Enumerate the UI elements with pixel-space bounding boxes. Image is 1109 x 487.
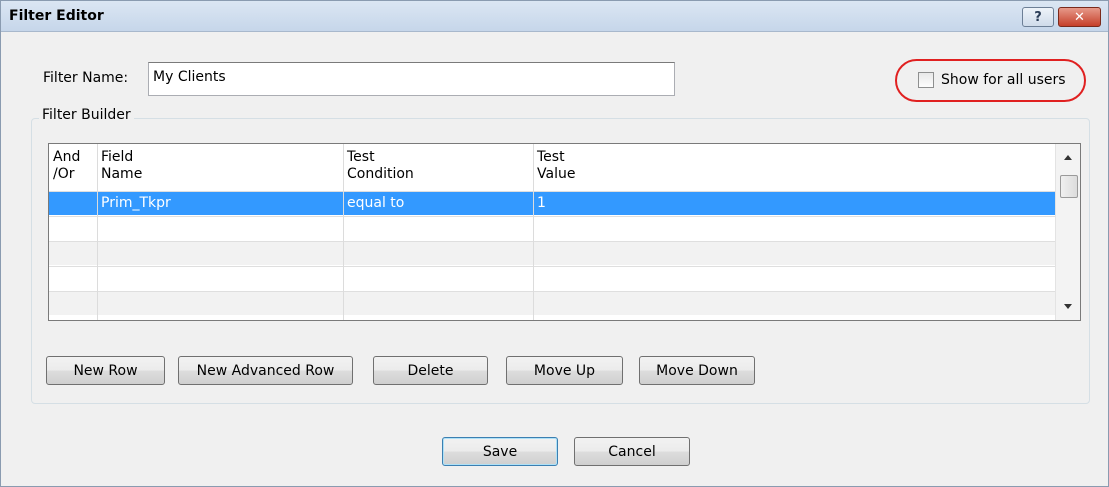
cell-field-name[interactable] xyxy=(97,242,105,266)
scroll-thumb[interactable] xyxy=(1060,175,1078,198)
cell-test-value[interactable] xyxy=(533,217,541,241)
show-all-users-option[interactable]: Show for all users xyxy=(918,70,1066,90)
cell-test-condition[interactable] xyxy=(343,242,351,266)
new-advanced-row-button[interactable]: New Advanced Row xyxy=(178,356,353,385)
cell-field-name[interactable] xyxy=(97,267,105,291)
help-button[interactable]: ? xyxy=(1022,7,1054,27)
table-row[interactable] xyxy=(49,241,1055,265)
cell-test-value[interactable]: 1 xyxy=(533,192,550,216)
filter-editor-window: Filter Editor ? ✕ Filter Name: My Client… xyxy=(0,0,1109,487)
header-and-or-line1: And xyxy=(53,149,81,165)
filter-name-label: Filter Name: xyxy=(43,70,129,86)
title-bar[interactable]: Filter Editor ? ✕ xyxy=(1,1,1108,32)
header-and-or[interactable]: And /Or xyxy=(49,144,97,191)
cell-and-or[interactable] xyxy=(49,242,57,266)
header-test-condition[interactable]: Test Condition xyxy=(343,144,533,191)
close-icon: ✕ xyxy=(1074,9,1085,25)
table-row[interactable] xyxy=(49,216,1055,240)
cell-test-condition[interactable] xyxy=(343,217,351,241)
header-field-name-line1: Field xyxy=(101,149,134,165)
filter-name-input[interactable]: My Clients xyxy=(148,62,675,96)
cell-and-or[interactable] xyxy=(49,292,57,316)
column-divider xyxy=(533,144,534,320)
grid-body: And /Or Field Name Test Condition Test V… xyxy=(49,144,1055,320)
scroll-up-icon[interactable] xyxy=(1064,155,1072,160)
show-all-users-label[interactable]: Show for all users xyxy=(941,72,1066,88)
cell-and-or[interactable] xyxy=(49,267,57,291)
header-test-condition-line1: Test xyxy=(347,149,375,165)
cell-field-name[interactable]: Prim_Tkpr xyxy=(97,192,175,216)
column-divider xyxy=(97,144,98,320)
cell-and-or[interactable] xyxy=(49,192,57,216)
cell-test-condition[interactable] xyxy=(343,267,351,291)
cell-test-condition[interactable]: equal to xyxy=(343,192,408,216)
help-icon: ? xyxy=(1034,9,1042,25)
filter-builder-caption: Filter Builder xyxy=(39,107,134,123)
cell-test-condition[interactable] xyxy=(343,292,351,316)
filter-grid[interactable]: And /Or Field Name Test Condition Test V… xyxy=(48,143,1081,321)
cell-test-value[interactable] xyxy=(533,242,541,266)
header-and-or-line2: /Or xyxy=(53,166,75,182)
close-button[interactable]: ✕ xyxy=(1058,7,1101,27)
move-down-button[interactable]: Move Down xyxy=(639,356,755,385)
delete-button[interactable]: Delete xyxy=(373,356,488,385)
column-divider xyxy=(343,144,344,320)
table-row[interactable]: Prim_Tkpr equal to 1 xyxy=(49,191,1055,215)
header-test-value-line2: Value xyxy=(537,166,576,182)
show-all-users-checkbox[interactable] xyxy=(918,72,934,88)
cell-field-name[interactable] xyxy=(97,217,105,241)
new-row-button[interactable]: New Row xyxy=(46,356,165,385)
cell-and-or[interactable] xyxy=(49,217,57,241)
move-up-button[interactable]: Move Up xyxy=(506,356,623,385)
header-test-value[interactable]: Test Value xyxy=(533,144,1055,191)
header-test-value-line1: Test xyxy=(537,149,565,165)
cancel-button[interactable]: Cancel xyxy=(574,437,690,466)
header-field-name-line2: Name xyxy=(101,166,143,182)
cell-field-name[interactable] xyxy=(97,292,105,316)
table-row[interactable] xyxy=(49,291,1055,315)
header-test-condition-line2: Condition xyxy=(347,166,414,182)
save-button[interactable]: Save xyxy=(442,437,558,466)
header-field-name[interactable]: Field Name xyxy=(97,144,343,191)
scroll-down-icon[interactable] xyxy=(1064,304,1072,309)
window-title: Filter Editor xyxy=(9,8,104,24)
cell-test-value[interactable] xyxy=(533,267,541,291)
table-row[interactable] xyxy=(49,266,1055,290)
vertical-scrollbar[interactable] xyxy=(1055,144,1080,320)
cell-test-value[interactable] xyxy=(533,292,541,316)
